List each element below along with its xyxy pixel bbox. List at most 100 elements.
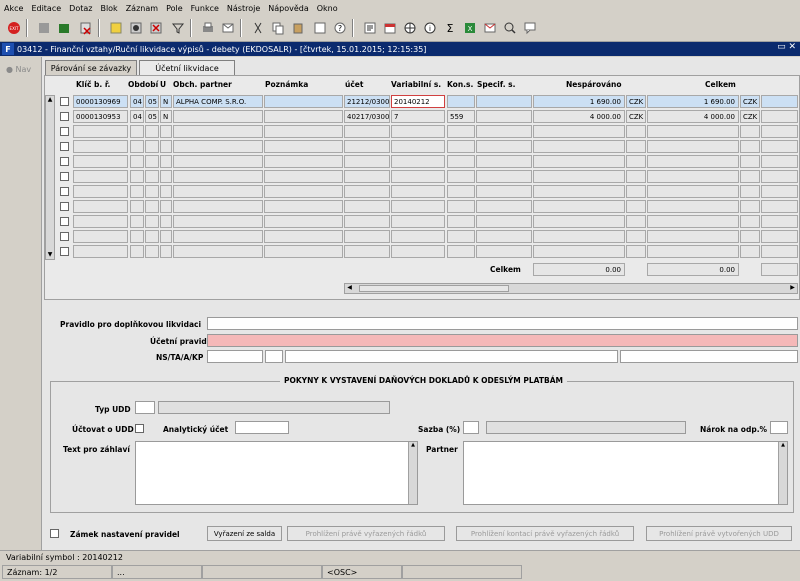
sigma-icon[interactable]: Σ: [442, 19, 458, 37]
cut-icon[interactable]: [250, 19, 266, 37]
mail-icon[interactable]: [220, 19, 236, 37]
empty-cell[interactable]: [73, 215, 128, 228]
empty-cell[interactable]: [740, 245, 760, 258]
menu-nastroje[interactable]: Nástroje: [227, 4, 260, 13]
empty-cell[interactable]: [626, 140, 646, 153]
empty-cell[interactable]: [476, 170, 532, 183]
excel-icon[interactable]: X: [462, 19, 478, 37]
zamek-checkbox[interactable]: [50, 529, 59, 538]
empty-cell[interactable]: [647, 140, 739, 153]
help-icon[interactable]: ?: [332, 19, 348, 37]
email-icon[interactable]: [482, 19, 498, 37]
chat-icon[interactable]: [522, 19, 538, 37]
empty-cell[interactable]: [391, 155, 445, 168]
partner-field[interactable]: ▲: [463, 441, 788, 505]
empty-cell[interactable]: [533, 170, 625, 183]
empty-cell[interactable]: [73, 170, 128, 183]
horizontal-scrollbar[interactable]: ◀ ▶: [344, 283, 798, 294]
empty-cell[interactable]: [130, 170, 144, 183]
empty-cell[interactable]: [173, 230, 263, 243]
cell-obdobi-2[interactable]: 05: [145, 95, 159, 108]
prohlizeni-kontaci-button[interactable]: Prohlížení kontací právě vyřazených řádk…: [456, 526, 634, 541]
empty-cell[interactable]: [160, 245, 172, 258]
cell-vs[interactable]: 7: [391, 110, 445, 123]
empty-cell[interactable]: [173, 200, 263, 213]
empty-cell[interactable]: [447, 155, 475, 168]
empty-cell[interactable]: [626, 185, 646, 198]
empty-cell[interactable]: [476, 185, 532, 198]
cell-ks[interactable]: 559: [447, 110, 475, 123]
cell-u[interactable]: N: [160, 110, 172, 123]
menu-akce[interactable]: Akce: [4, 4, 23, 13]
empty-cell[interactable]: [130, 245, 144, 258]
empty-cell[interactable]: [391, 245, 445, 258]
cell-mena-2[interactable]: CZK: [740, 110, 760, 123]
empty-cell[interactable]: [391, 185, 445, 198]
row-checkbox[interactable]: [60, 97, 69, 106]
empty-cell[interactable]: [740, 155, 760, 168]
row-checkbox[interactable]: [60, 202, 69, 211]
empty-cell[interactable]: [647, 125, 739, 138]
paste-icon[interactable]: [290, 19, 306, 37]
cell-klic[interactable]: 0000130953: [73, 110, 128, 123]
save-icon[interactable]: [36, 19, 52, 37]
sazba-field[interactable]: [463, 421, 479, 434]
empty-cell[interactable]: [73, 185, 128, 198]
prohlizeni-vyrazenych-button[interactable]: Prohlížení právě vyřazených řádků: [287, 526, 445, 541]
empty-cell[interactable]: [740, 140, 760, 153]
empty-cell[interactable]: [533, 200, 625, 213]
empty-cell[interactable]: [264, 245, 343, 258]
empty-cell[interactable]: [626, 170, 646, 183]
empty-cell[interactable]: [173, 125, 263, 138]
empty-cell[interactable]: [391, 230, 445, 243]
empty-cell[interactable]: [344, 185, 390, 198]
cell-extra[interactable]: [761, 95, 798, 108]
empty-cell[interactable]: [344, 200, 390, 213]
cell-poznamka[interactable]: [264, 110, 343, 123]
empty-cell[interactable]: [647, 200, 739, 213]
empty-cell[interactable]: [344, 245, 390, 258]
empty-cell[interactable]: [173, 140, 263, 153]
empty-cell[interactable]: [130, 185, 144, 198]
empty-cell[interactable]: [73, 155, 128, 168]
scroll-left-icon[interactable]: ◀: [345, 284, 354, 293]
cell-celkem[interactable]: 1 690.00: [647, 95, 739, 108]
empty-cell[interactable]: [533, 215, 625, 228]
empty-cell[interactable]: [740, 230, 760, 243]
exit-icon[interactable]: EXIT: [6, 19, 22, 37]
empty-cell[interactable]: [145, 170, 159, 183]
empty-cell[interactable]: [173, 170, 263, 183]
empty-cell[interactable]: [344, 230, 390, 243]
empty-cell[interactable]: [647, 185, 739, 198]
vyrazeni-button[interactable]: Vyřazení ze salda: [207, 526, 282, 541]
cell-partner[interactable]: ALPHA COMP. S.R.O.: [173, 95, 263, 108]
info-icon[interactable]: i: [422, 19, 438, 37]
empty-cell[interactable]: [391, 200, 445, 213]
clear-icon[interactable]: [56, 19, 72, 37]
delete-icon[interactable]: [78, 19, 94, 37]
empty-cell[interactable]: [160, 200, 172, 213]
empty-cell[interactable]: [476, 200, 532, 213]
empty-cell[interactable]: [130, 200, 144, 213]
calendar-icon[interactable]: [382, 19, 398, 37]
menu-pole[interactable]: Pole: [166, 4, 183, 13]
text-scrollbar[interactable]: ▲: [408, 442, 417, 504]
empty-cell[interactable]: [391, 140, 445, 153]
empty-cell[interactable]: [476, 125, 532, 138]
prohlizeni-udd-button[interactable]: Prohlížení právě vytvořených UDD: [646, 526, 792, 541]
nav-button[interactable]: ● Nav: [6, 65, 31, 74]
empty-cell[interactable]: [447, 245, 475, 258]
empty-cell[interactable]: [130, 230, 144, 243]
cancel-query-icon[interactable]: [148, 19, 164, 37]
empty-cell[interactable]: [447, 230, 475, 243]
ns-field-3[interactable]: [285, 350, 618, 363]
row-checkbox[interactable]: [60, 187, 69, 196]
menu-funkce[interactable]: Funkce: [191, 4, 219, 13]
row-checkbox[interactable]: [60, 157, 69, 166]
empty-cell[interactable]: [264, 200, 343, 213]
tab-parovani[interactable]: Párování se závazky: [45, 60, 137, 75]
cell-ucet[interactable]: 21212/0300: [344, 95, 390, 108]
empty-cell[interactable]: [264, 155, 343, 168]
empty-cell[interactable]: [626, 215, 646, 228]
row-checkbox[interactable]: [60, 112, 69, 121]
